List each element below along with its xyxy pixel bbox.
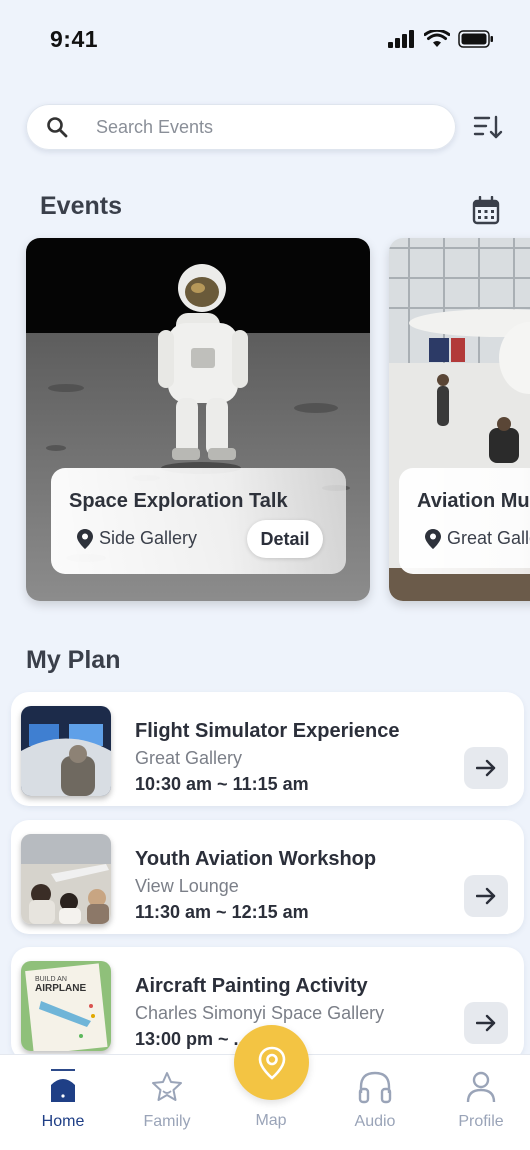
- sort-icon: [473, 115, 503, 139]
- calendar-icon: [472, 195, 500, 225]
- status-bar: 9:41: [0, 0, 530, 80]
- status-time: 9:41: [50, 26, 99, 52]
- sort-button[interactable]: [468, 110, 508, 144]
- home-icon: [51, 1079, 75, 1102]
- tab-family-label: Family: [143, 1113, 191, 1130]
- detail-button[interactable]: Detail: [247, 520, 323, 558]
- plan-item-name: Aircraft Painting Activity: [135, 975, 368, 997]
- battery-icon: [458, 30, 493, 48]
- tab-audio[interactable]: Audio: [335, 1069, 415, 1131]
- event-location: Side Gallery: [77, 528, 197, 549]
- event-title: Aviation Mu: [417, 490, 530, 512]
- search-bar[interactable]: [26, 104, 456, 150]
- plan-item-time: 11:30 am ~ 12:15 am: [135, 902, 309, 922]
- tab-home-label: Home: [41, 1113, 85, 1130]
- tab-family[interactable]: Family: [127, 1069, 207, 1131]
- location-pin-icon: [77, 528, 93, 549]
- search-icon: [47, 117, 68, 138]
- tab-audio-label: Audio: [354, 1113, 396, 1130]
- tab-map-label: Map: [255, 1112, 287, 1129]
- status-icons: [388, 30, 494, 48]
- events-title: Events: [40, 192, 122, 220]
- plan-thumbnail: BUILD AN AIRPLANE: [21, 961, 111, 1051]
- youth-workshop-image: [21, 834, 111, 924]
- tab-profile-label: Profile: [458, 1113, 504, 1130]
- arrow-right-icon: [476, 1014, 496, 1032]
- plan-thumbnail: [21, 706, 111, 796]
- plan-item-location: Charles Simonyi Space Gallery: [135, 1003, 385, 1023]
- event-info-panel: Aviation Mu Great Galle: [399, 468, 530, 574]
- plan-item-name: Flight Simulator Experience: [135, 720, 400, 742]
- plan-item[interactable]: Flight Simulator Experience Great Galler…: [11, 692, 524, 806]
- plan-item-time: 13:00 pm ~ ...: [135, 1029, 249, 1049]
- event-location-text: Side Gallery: [99, 528, 198, 548]
- wifi-icon: [424, 30, 450, 47]
- plan-item-location: Great Gallery: [135, 748, 243, 768]
- event-card[interactable]: Aviation Mu Great Galle: [389, 238, 530, 601]
- search-input[interactable]: [96, 104, 436, 150]
- profile-icon: [466, 1071, 496, 1103]
- aircraft-painting-image: BUILD AN AIRPLANE: [21, 961, 111, 1051]
- event-location: Great Galle: [425, 528, 530, 549]
- tab-profile[interactable]: Profile: [441, 1069, 521, 1131]
- svg-text:BUILD AN: BUILD AN: [35, 976, 67, 983]
- event-info-panel: Space Exploration Talk Side Gallery Deta…: [51, 468, 346, 574]
- star-icon: [152, 1072, 182, 1101]
- plan-item-time: 10:30 am ~ 11:15 am: [135, 774, 309, 794]
- plan-item-name: Youth Aviation Workshop: [135, 848, 377, 870]
- event-title: Space Exploration Talk: [69, 490, 288, 512]
- event-card[interactable]: Space Exploration Talk Side Gallery Deta…: [26, 238, 370, 601]
- map-pin-icon: [258, 1046, 285, 1080]
- my-plan-title: My Plan: [26, 646, 121, 674]
- plan-item-open-button[interactable]: [464, 875, 508, 917]
- location-pin-icon: [425, 528, 441, 549]
- plan-item-open-button[interactable]: [464, 1002, 508, 1044]
- svg-text:AIRPLANE: AIRPLANE: [35, 983, 86, 994]
- plan-thumbnail: [21, 834, 111, 924]
- flight-simulator-image: [21, 706, 111, 796]
- plan-item-open-button[interactable]: [464, 747, 508, 789]
- signal-icon: [388, 30, 414, 48]
- plan-item-location: View Lounge: [135, 876, 239, 896]
- arrow-right-icon: [476, 887, 496, 905]
- calendar-button[interactable]: [472, 195, 502, 228]
- tab-home[interactable]: Home: [23, 1069, 103, 1131]
- plan-item[interactable]: Youth Aviation Workshop View Lounge 11:3…: [11, 820, 524, 934]
- map-button[interactable]: [234, 1025, 309, 1100]
- headphones-icon: [358, 1071, 392, 1104]
- arrow-right-icon: [476, 759, 496, 777]
- event-location-text: Great Galle: [447, 528, 530, 548]
